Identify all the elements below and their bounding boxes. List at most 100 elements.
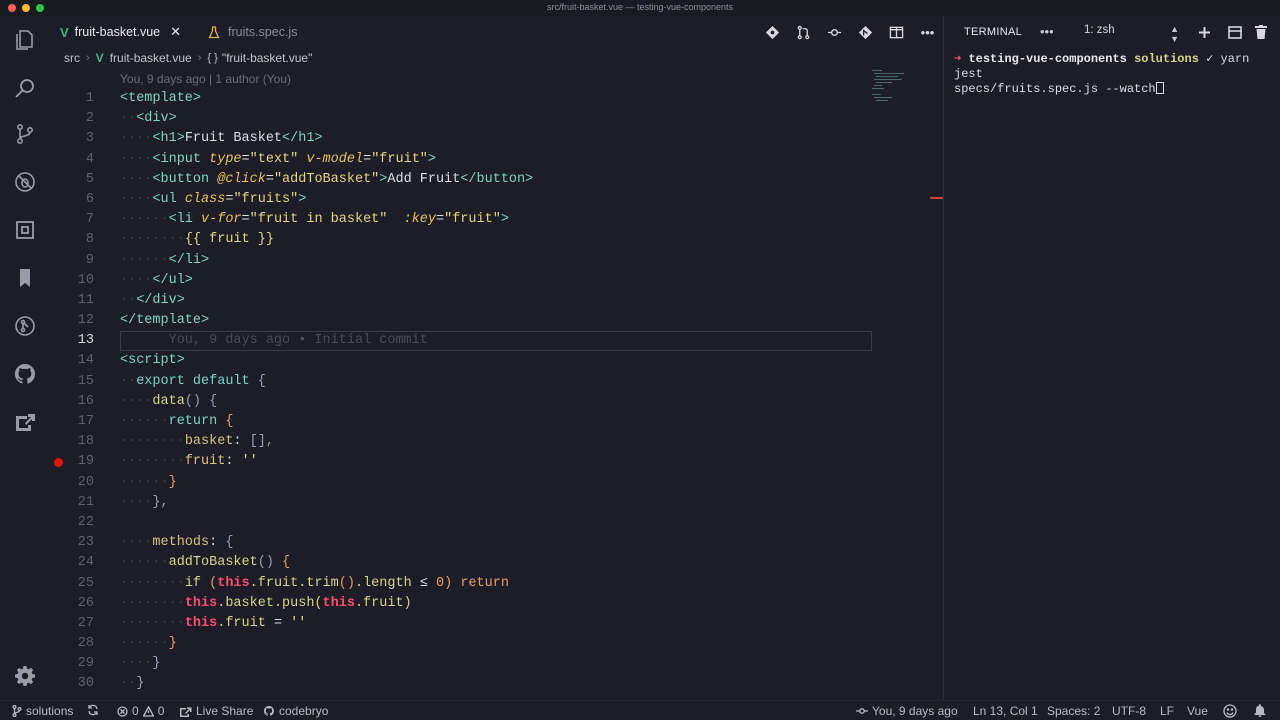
close-icon[interactable]: ✕ [170, 24, 181, 40]
terminal-tab[interactable]: TERMINAL [964, 26, 1022, 38]
github-user[interactable]: codebryo [263, 704, 328, 718]
line-number: 17 [77, 414, 94, 429]
activity-bar [0, 16, 50, 700]
line-number: 6 [85, 191, 94, 207]
line-number: 14 [77, 353, 94, 369]
settings-gear-icon[interactable] [11, 662, 39, 690]
bookmark-icon[interactable] [11, 264, 39, 292]
chevron-right-icon: › [86, 52, 90, 64]
status-eol[interactable]: LF [1160, 704, 1174, 718]
breadcrumb-file[interactable]: fruit-basket.vue [110, 51, 192, 65]
minimap[interactable] [872, 68, 908, 128]
status-encoding[interactable]: UTF-8 [1112, 704, 1146, 718]
code-line: 20 ······} [50, 473, 930, 493]
live-share-icon[interactable] [11, 408, 39, 436]
line-number: 12 [77, 313, 94, 329]
code-line: 24 ······addToBasket() { [50, 553, 930, 573]
code-line: 25 ········if (this.fruit.trim().length ≤… [50, 574, 930, 594]
more-icon[interactable]: ••• [1040, 24, 1054, 39]
split-editor-icon[interactable] [881, 22, 912, 42]
git-commit-icon[interactable] [850, 22, 881, 42]
code-line: 22 [50, 513, 930, 533]
line-number: 23 [77, 535, 94, 551]
code-line: 8 ········{{ fruit }} [50, 230, 930, 250]
breadcrumb-symbol[interactable]: "fruit-basket.vue" [222, 51, 313, 65]
add-terminal-icon[interactable] [1195, 23, 1213, 41]
prompt-directory: testing-vue-components [968, 52, 1127, 66]
code-line: 30 ··} [50, 674, 930, 694]
search-icon[interactable] [11, 74, 39, 102]
breadcrumb-folder[interactable]: src [64, 51, 80, 65]
code-line: 11 ··</div> [50, 291, 930, 311]
codelens-authors[interactable]: You, 9 days ago | 1 author (You) [120, 72, 291, 86]
source-control-icon[interactable] [11, 120, 39, 148]
terminal-header: TERMINAL ••• 1: zsh ▲ ▼ [944, 16, 1280, 48]
code-line: 18 ········basket: [], [50, 432, 930, 452]
feedback-smiley-icon[interactable] [1223, 704, 1241, 718]
line-number: 1 [85, 91, 94, 106]
line-number: 16 [77, 393, 94, 409]
terminal-cursor [1155, 82, 1164, 94]
line-number: 13 [77, 333, 94, 349]
line-number: 9 [85, 252, 94, 268]
tab-fruits-spec-js[interactable]: fruits.spec.js [196, 16, 326, 48]
terminal-output[interactable]: ➜ testing-vue-components solutions ✓ yar… [954, 52, 1276, 97]
terminal-shell-select[interactable]: 1: zsh ▲ ▼ [1084, 24, 1179, 44]
extensions-icon[interactable] [11, 216, 39, 244]
github-icon[interactable] [11, 360, 39, 388]
timeline-icon[interactable] [819, 22, 850, 42]
line-number: 19 [77, 454, 94, 470]
code-line: 23 ····methods: { [50, 533, 930, 553]
editor-actions: ••• [757, 22, 943, 42]
status-indentation[interactable]: Spaces: 2 [1047, 704, 1100, 718]
status-language[interactable]: Vue [1187, 704, 1208, 718]
code-line: 2 ··<div> [50, 109, 930, 129]
status-cursor-position[interactable]: Ln 13, Col 1 [973, 704, 1038, 718]
chevron-right-icon: › [197, 52, 202, 64]
tab-label: fruits.spec.js [228, 25, 298, 39]
sync-icon[interactable] [87, 704, 103, 716]
code-line: 4 ····<input type="text" v-model="fruit"> [50, 150, 930, 170]
explorer-icon[interactable] [11, 26, 39, 54]
code-line: 21 ····}, [50, 493, 930, 513]
line-number: 7 [85, 212, 94, 228]
debug-icon[interactable] [11, 168, 39, 196]
prompt-branch: solutions [1134, 52, 1199, 66]
line-number: 15 [77, 373, 94, 389]
code-line: 27 ········this.fruit = '' [50, 614, 930, 634]
line-number: 30 [77, 676, 94, 692]
problems-indicator[interactable]: 0 0 [117, 704, 164, 718]
code-line: 26 ········this.basket.push(this.fruit) [50, 594, 930, 614]
code-line: 5 ····<button @click="addToBasket">Add Fr… [50, 170, 930, 190]
code-area[interactable]: 1 <template> 2 ··<div> 3 ····<h1>Fruit Bask… [50, 89, 930, 695]
code-line: 9 ······</li> [50, 251, 930, 271]
status-branch[interactable]: solutions [12, 704, 73, 718]
vue-icon: V [95, 51, 104, 65]
line-number: 2 [85, 111, 94, 127]
code-line: 14 <script> [50, 351, 930, 371]
tab-label: fruit-basket.vue [74, 25, 161, 39]
git-compare-icon[interactable] [757, 22, 788, 42]
line-number: 26 [77, 595, 94, 611]
code-line: 6 ····<ul class="fruits"> [50, 190, 930, 210]
prompt-check: ✓ [1206, 52, 1214, 66]
line-number: 25 [77, 575, 94, 591]
flask-icon [208, 25, 220, 39]
live-share-button[interactable]: Live Share [180, 704, 253, 718]
maximize-panel-icon[interactable] [1226, 23, 1244, 41]
tab-fruit-basket-vue[interactable]: V fruit-basket.vue ✕ [50, 16, 194, 48]
editor-pane: V fruit-basket.vue ✕ fruits.spec.js ••• … [50, 16, 943, 700]
git-blame-annotation[interactable]: You, 9 days ago • Initial commit [169, 333, 428, 348]
line-number: 22 [77, 514, 94, 530]
code-line: 7 ······<li v-for="fruit in basket" :key=… [50, 210, 930, 230]
vue-icon: V [60, 24, 69, 40]
trash-icon[interactable] [1252, 23, 1270, 41]
notifications-bell-icon[interactable] [1254, 704, 1270, 717]
title-bar: src/fruit-basket.vue — testing-vue-compo… [0, 0, 1280, 16]
braces-icon: { } [207, 52, 218, 64]
gitlens-icon[interactable] [11, 312, 39, 340]
more-icon[interactable]: ••• [912, 22, 943, 42]
warning-icon [142, 705, 154, 717]
pull-request-icon[interactable] [788, 22, 819, 42]
status-git-blame[interactable]: You, 9 days ago [856, 704, 958, 718]
